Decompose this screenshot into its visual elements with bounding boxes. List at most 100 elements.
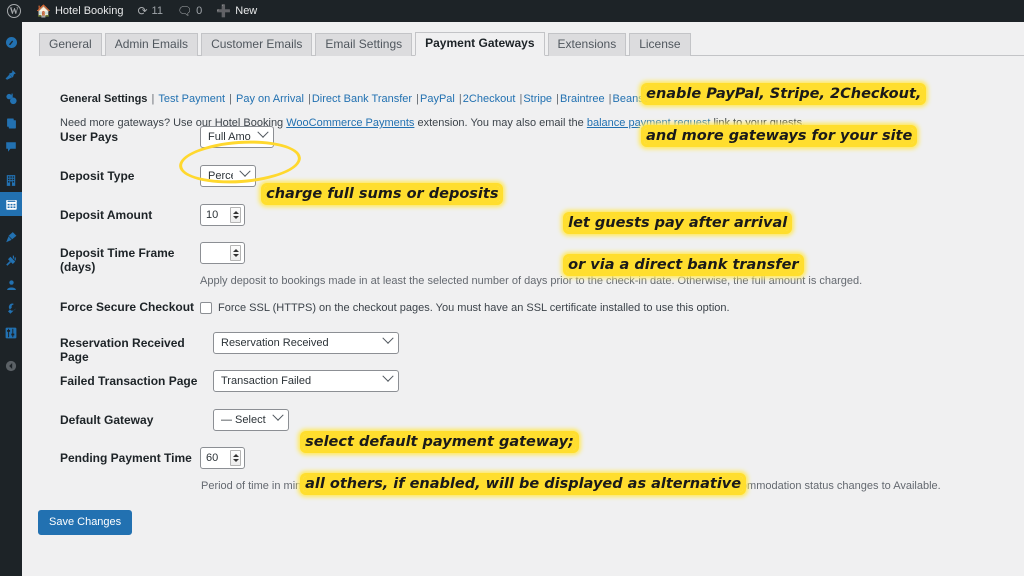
subnav-link-pay-on-arrival[interactable]: Pay on Arrival — [236, 93, 304, 105]
tab-admin-emails[interactable]: Admin Emails — [105, 33, 198, 56]
tab-payment-gateways[interactable]: Payment Gateways — [415, 32, 544, 56]
deposit-time-frame-input[interactable] — [206, 247, 232, 259]
row-deposit-time-frame: Deposit Time Frame (days) Apply deposit … — [60, 246, 1000, 292]
subnav-link-2checkout[interactable]: 2Checkout — [463, 93, 516, 105]
deposit-type-select[interactable]: Percent — [200, 165, 256, 187]
default-gateway-select-wrap: — Select — — [213, 409, 289, 431]
subnav-current-general-settings[interactable]: General Settings — [60, 93, 147, 105]
deposit-amount-input[interactable] — [206, 209, 232, 221]
wordpress-logo-icon: W — [7, 4, 21, 18]
subnav-sep-8: | — [606, 93, 612, 105]
tab-extensions[interactable]: Extensions — [548, 33, 627, 56]
settings-sliders-icon — [5, 327, 17, 339]
deposit-time-frame-field: Apply deposit to bookings made in at lea… — [200, 242, 862, 288]
spinner-up-icon[interactable] — [233, 249, 239, 252]
subnav-link-direct-bank-transfer[interactable]: Direct Bank Transfer — [312, 93, 412, 105]
failed-transaction-page-label: Failed Transaction Page — [60, 374, 210, 388]
subnav-link-test-payment[interactable]: Test Payment — [158, 93, 225, 105]
force-ssl-description: Force SSL (HTTPS) on the checkout pages.… — [218, 301, 730, 315]
row-pending-payment-time: Pending Payment Time Period of time in m… — [60, 451, 1000, 497]
deposit-amount-stepper[interactable] — [200, 204, 245, 226]
tab-license[interactable]: License — [629, 33, 690, 56]
deposit-time-frame-label: Deposit Time Frame (days) — [60, 246, 200, 274]
user-pays-select[interactable]: Full Amount — [200, 126, 274, 148]
default-gateway-select[interactable]: — Select — — [213, 409, 289, 431]
sidebar-item-users[interactable] — [0, 273, 22, 297]
spinner-down-icon[interactable] — [233, 459, 239, 462]
default-gateway-field: — Select — — [213, 409, 289, 431]
subnav-link-stripe[interactable]: Stripe — [523, 93, 552, 105]
sidebar-item-settings[interactable] — [0, 321, 22, 345]
sidebar-item-comments[interactable] — [0, 135, 22, 159]
subnav-sep-4: | — [413, 93, 419, 105]
sidebar-divider-4 — [0, 345, 22, 354]
deposit-amount-spinner[interactable] — [230, 207, 241, 223]
wordpress-logo-button[interactable]: W — [0, 0, 29, 22]
pending-payment-time-stepper[interactable] — [200, 447, 245, 469]
reservation-received-page-field: Reservation Received — [213, 332, 399, 354]
comments-menu[interactable]: 🗨 0 — [170, 0, 209, 22]
sidebar-item-collapse-menu[interactable] — [0, 354, 22, 378]
site-name-menu[interactable]: 🏠 Hotel Booking — [29, 0, 130, 22]
admin-content: General Admin Emails Customer Emails Ema… — [22, 22, 1024, 576]
force-secure-checkout-field: Force SSL (HTTPS) on the checkout pages.… — [200, 301, 730, 315]
sidebar-divider-1 — [0, 54, 22, 63]
pending-payment-time-label: Pending Payment Time — [60, 451, 200, 465]
woocommerce-payments-link[interactable]: WooCommerce Payments — [286, 117, 414, 129]
accommodation-building-icon — [5, 174, 17, 187]
subnav-link-braintree[interactable]: Braintree — [560, 93, 605, 105]
force-secure-checkout-label: Force Secure Checkout — [60, 300, 200, 314]
sidebar-item-posts[interactable] — [0, 63, 22, 87]
deposit-type-select-wrap: Percent — [200, 165, 256, 187]
sidebar-item-dashboard[interactable] — [0, 30, 22, 54]
force-ssl-checkbox[interactable] — [200, 302, 212, 314]
pending-payment-time-description: Period of time in minutes the user is gi… — [201, 479, 941, 493]
subnav-link-beanstream-bambora[interactable]: Beanstream/Bambora — [613, 93, 720, 105]
deposit-time-frame-spinner[interactable] — [230, 245, 241, 261]
spinner-up-icon[interactable] — [233, 211, 239, 214]
sidebar-divider-3 — [0, 216, 22, 225]
pending-payment-time-input[interactable] — [206, 452, 232, 464]
admin-sidebar — [0, 22, 22, 576]
comments-icon — [5, 141, 17, 153]
sidebar-item-plugins[interactable] — [0, 249, 22, 273]
balance-payment-request-link[interactable]: balance payment request — [587, 117, 711, 129]
row-force-secure-checkout: Force Secure Checkout Force SSL (HTTPS) … — [60, 300, 1000, 324]
failed-transaction-page-select[interactable]: Transaction Failed — [213, 370, 399, 392]
gateway-subnav: General Settings | Test Payment | Pay on… — [60, 93, 720, 105]
subnav-sep-3: | — [305, 93, 311, 105]
plugins-plug-icon — [5, 255, 17, 267]
tab-general[interactable]: General — [39, 33, 102, 56]
row-reservation-received-page: Reservation Received Page Reservation Re… — [60, 336, 1000, 362]
sidebar-item-media[interactable] — [0, 87, 22, 111]
tab-customer-emails[interactable]: Customer Emails — [201, 33, 312, 56]
updates-count: 11 — [152, 5, 163, 17]
user-pays-field: Full Amount — [200, 126, 274, 148]
deposit-type-label: Deposit Type — [60, 169, 200, 183]
sidebar-item-tools[interactable] — [0, 297, 22, 321]
settings-tab-bar: General Admin Emails Customer Emails Ema… — [39, 31, 1024, 56]
updates-menu[interactable]: ⟳ 11 — [130, 0, 169, 22]
spinner-up-icon[interactable] — [233, 454, 239, 457]
pending-payment-time-spinner[interactable] — [230, 450, 241, 466]
new-content-menu[interactable]: ➕ New — [209, 0, 264, 22]
spinner-down-icon[interactable] — [233, 216, 239, 219]
reservation-received-page-select[interactable]: Reservation Received — [213, 332, 399, 354]
save-changes-button[interactable]: Save Changes — [38, 510, 132, 535]
sidebar-item-pages[interactable] — [0, 111, 22, 135]
sidebar-item-appearance[interactable] — [0, 225, 22, 249]
sidebar-item-accommodation[interactable] — [0, 168, 22, 192]
tab-email-settings[interactable]: Email Settings — [315, 33, 412, 56]
media-icon — [5, 93, 18, 105]
failed-transaction-page-field: Transaction Failed — [213, 370, 399, 392]
more-gateways-info: Need more gateways? Use our Hotel Bookin… — [60, 117, 805, 129]
pages-icon — [6, 117, 17, 130]
admin-bar: W 🏠 Hotel Booking ⟳ 11 🗨 0 ➕ New — [0, 0, 1024, 22]
subnav-link-paypal[interactable]: PayPal — [420, 93, 455, 105]
subnav-sep-1: | — [148, 93, 157, 105]
spinner-down-icon[interactable] — [233, 254, 239, 257]
sidebar-item-booking[interactable] — [0, 192, 22, 216]
user-pays-select-wrap: Full Amount — [200, 126, 274, 148]
deposit-time-frame-stepper[interactable] — [200, 242, 245, 264]
row-deposit-amount: Deposit Amount — [60, 208, 1000, 234]
